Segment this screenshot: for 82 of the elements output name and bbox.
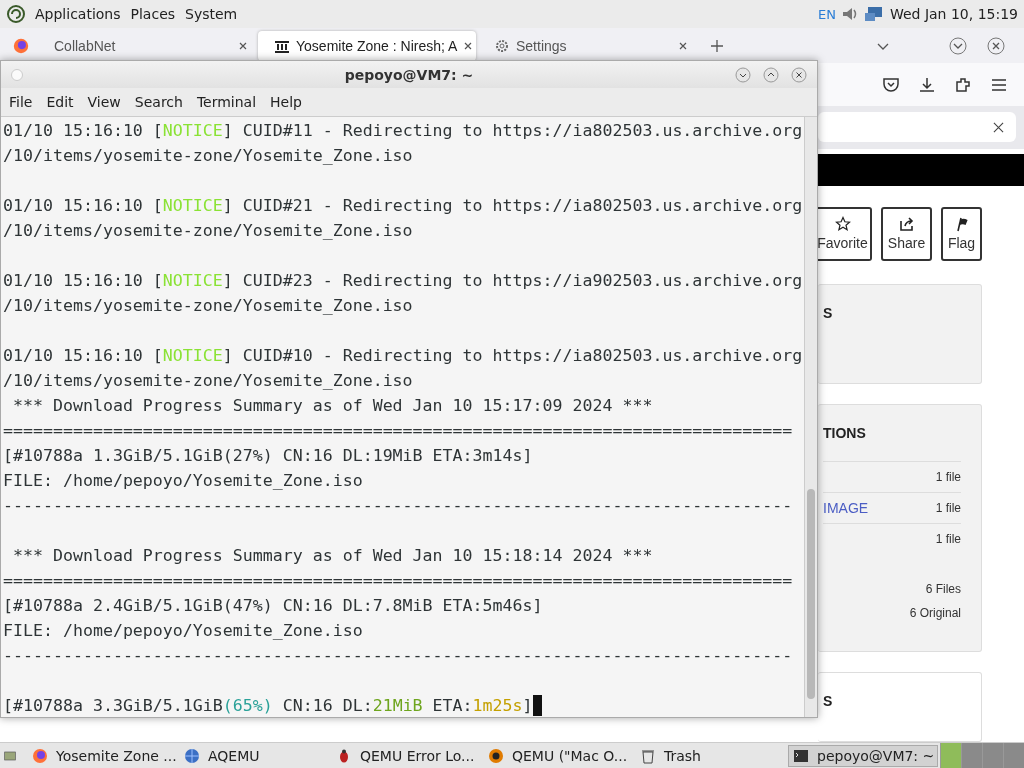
- terminal-menu[interactable]: File: [8, 94, 39, 110]
- terminal-menu[interactable]: Edit: [45, 94, 80, 110]
- globe-icon: [184, 748, 200, 764]
- action-button[interactable]: Share: [881, 207, 932, 261]
- file-count: 1 file: [935, 470, 961, 484]
- browser-tab[interactable]: CollabNet: [38, 30, 256, 61]
- action-button[interactable]: Flag: [941, 207, 982, 261]
- close-icon[interactable]: [986, 35, 1006, 56]
- network-icon[interactable]: [863, 4, 884, 24]
- workspace-switch[interactable]: [1003, 743, 1024, 768]
- terminal-line: /10/items/yosemite-zone/Yosemite_Zone.iso: [3, 295, 413, 317]
- format-link[interactable]: IMAGE: [823, 500, 869, 516]
- terminal-line: /10/items/yosemite-zone/Yosemite_Zone.iso: [3, 145, 413, 167]
- keyboard-layout[interactable]: EN: [817, 6, 836, 22]
- terminal-line: ===============================================================================: [3, 570, 793, 592]
- browser-tab[interactable]: Yosemite Zone : Niresh; A: [258, 30, 476, 61]
- panel-menu[interactable]: System: [182, 6, 241, 22]
- clock[interactable]: Wed Jan 10, 15:19: [889, 6, 1018, 22]
- close-icon[interactable]: [993, 121, 1004, 133]
- taskbar-button[interactable]: AQEMU: [180, 745, 330, 767]
- terminal-menu[interactable]: View: [86, 94, 127, 110]
- gear-icon: [494, 37, 510, 54]
- file-count: 1 file: [935, 501, 961, 515]
- firefox-icon[interactable]: [12, 36, 30, 55]
- terminal-line: [#10788a 2.4GiB/5.1GiB(47%) CN:16 DL:7.8MiB ETA:5m46s]: [3, 595, 543, 617]
- terminal-line: /10/items/yosemite-zone/Yosemite_Zone.iso: [3, 220, 413, 242]
- terminal-line: -------------------------------------------------------------------------------: [3, 645, 793, 667]
- terminal-menu[interactable]: Help: [269, 94, 308, 110]
- minimize-icon[interactable]: [735, 66, 751, 83]
- star-icon: [834, 216, 851, 233]
- card-title: TIONS: [823, 425, 867, 443]
- download-icon[interactable]: [918, 75, 936, 94]
- trash-icon: [640, 748, 656, 764]
- terminal-line: *** Download Progress Summary as of Wed Jan 10 15:17:09 2024 ***: [12, 395, 653, 417]
- terminal-icon: [793, 748, 809, 764]
- window-title: pepoyo@VM7: ~: [343, 66, 475, 83]
- terminal-line: 01/10 15:16:10 [NOTICE] CUID#11 - Redirecting to https://ia802503.us.archive.org: [3, 120, 803, 142]
- search-field[interactable]: [818, 112, 1016, 143]
- terminal-line: 01/10 15:16:10 [NOTICE] CUID#21 - Redirecting to https://ia802503.us.archive.org: [3, 195, 803, 217]
- taskbar-button[interactable]: QEMU Error Lo...: [332, 745, 482, 767]
- terminal-menu[interactable]: Search: [133, 94, 189, 110]
- extensions-icon[interactable]: [954, 75, 972, 94]
- browser-tab[interactable]: Settings: [478, 30, 696, 61]
- terminal-line: 01/10 15:16:10 [NOTICE] CUID#23 - Redirecting to https://ia902503.us.archive.org: [3, 270, 803, 292]
- maximize-icon[interactable]: [763, 66, 779, 83]
- taskbar-button[interactable]: pepoyo@VM7: ~: [788, 745, 938, 767]
- minimize-icon[interactable]: [948, 35, 968, 56]
- terminal-line: FILE: /home/pepoyo/Yosemite_Zone.iso: [3, 620, 363, 642]
- new-tab-icon[interactable]: [710, 38, 724, 53]
- close-icon[interactable]: [238, 40, 248, 51]
- menu-logo-icon[interactable]: [6, 4, 26, 24]
- terminal-line: [#10788a 3.3GiB/5.1GiB(65%) CN:16 DL:21MiB ETA:1m25s]: [3, 695, 533, 717]
- share-icon: [898, 216, 915, 233]
- workspace-switch[interactable]: [961, 743, 982, 768]
- terminal-line: *** Download Progress Summary as of Wed Jan 10 15:18:14 2024 ***: [12, 545, 653, 567]
- terminal-line: -------------------------------------------------------------------------------: [3, 495, 793, 517]
- taskbar-button[interactable]: QEMU ("Mac O...: [484, 745, 634, 767]
- card-title: S: [823, 693, 834, 711]
- workspace-switch[interactable]: [940, 743, 961, 768]
- close-icon[interactable]: [463, 40, 474, 51]
- scrollbar-thumb[interactable]: [807, 489, 815, 699]
- workspace-switch[interactable]: [982, 743, 1003, 768]
- terminal-line: [#10788a 1.3GiB/5.1GiB(27%) CN:16 DL:19MiB ETA:3m14s]: [3, 445, 533, 467]
- close-icon[interactable]: [791, 66, 807, 83]
- pocket-icon[interactable]: [882, 75, 900, 94]
- panel-menu[interactable]: Places: [127, 6, 179, 22]
- terminal-line: /10/items/yosemite-zone/Yosemite_Zone.iso: [3, 370, 413, 392]
- card-title: S: [823, 305, 834, 323]
- panel-menu[interactable]: Applications: [32, 6, 124, 22]
- terminal-menu[interactable]: Terminal: [195, 94, 263, 110]
- action-button[interactable]: Favorite: [818, 207, 872, 261]
- firefox-icon: [32, 748, 48, 764]
- taskbar-button[interactable]: Trash: [636, 745, 786, 767]
- terminal-line: 01/10 15:16:10 [NOTICE] CUID#10 - Redirecting to https://ia802503.us.archive.org: [3, 345, 803, 367]
- terminal-line: FILE: /home/pepoyo/Yosemite_Zone.iso: [3, 470, 363, 492]
- qemu-icon: [488, 748, 504, 764]
- taskbar-button[interactable]: Yosemite Zone ...: [28, 745, 178, 767]
- total-count: 6 Original: [909, 606, 961, 620]
- close-icon[interactable]: [678, 40, 688, 51]
- terminal-line: ===============================================================================: [3, 420, 793, 442]
- file-count: 1 file: [935, 532, 961, 546]
- total-count: 6 Files: [925, 582, 961, 596]
